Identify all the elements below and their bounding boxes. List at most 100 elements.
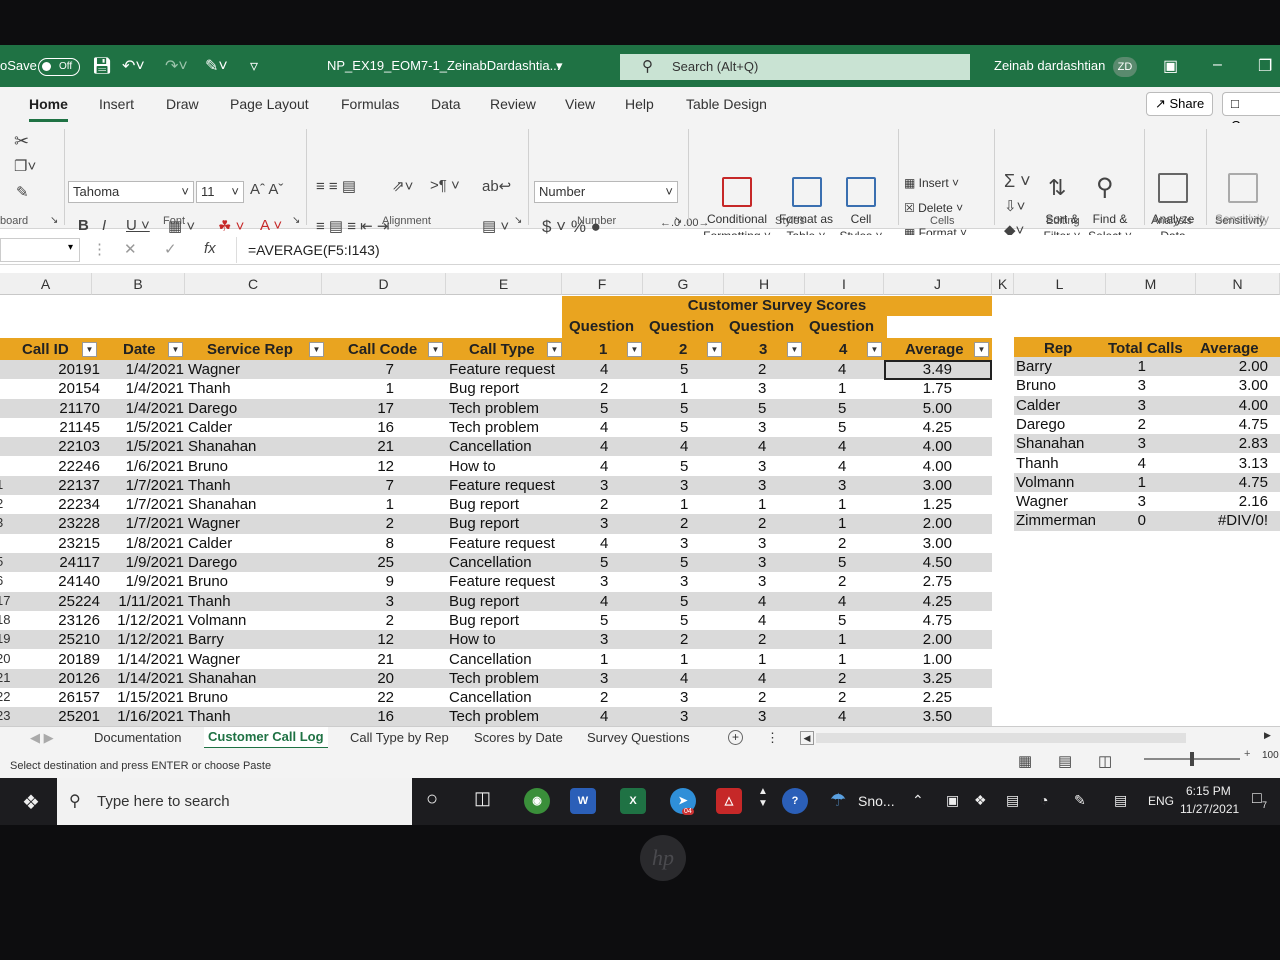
dialog-launcher-icon[interactable]: ↘ [674, 215, 682, 226]
cell-rep[interactable]: Calder [188, 419, 232, 436]
summary-header-rep[interactable]: Rep [1044, 340, 1072, 357]
cell-q4[interactable]: 5 [838, 554, 846, 571]
table-row[interactable]: 17 252241/11/2021Thanh 3 Bug report 4 5 4 4 4.25 [0, 591, 992, 611]
cell-q2[interactable]: 1 [680, 651, 688, 668]
cell-call-type[interactable]: Bug report [449, 612, 519, 629]
cell-rep[interactable]: Calder [188, 535, 232, 552]
search-box[interactable]: ⚲ Search (Alt+Q) [620, 54, 970, 80]
cell-q4[interactable]: 1 [838, 651, 846, 668]
cell-call-type[interactable]: Feature request [449, 535, 555, 552]
cell-call-type[interactable]: Bug report [449, 515, 519, 532]
comments-button[interactable]: □ Comm [1222, 92, 1280, 133]
cell-q1[interactable]: 3 [600, 631, 608, 648]
cell-rep[interactable]: Wagner [188, 361, 240, 378]
cell-call-id[interactable]: 22103 [40, 438, 100, 455]
cell-q1[interactable]: 3 [600, 477, 608, 494]
scroll-left-icon[interactable]: ◀ [800, 731, 814, 745]
summary-row[interactable]: Darego 2 4.75 [1014, 414, 1280, 435]
cell-q1[interactable]: 5 [600, 612, 608, 629]
cell-q3[interactable]: 2 [758, 689, 766, 706]
wifi-icon[interactable]: ◔ [1040, 792, 1048, 808]
cell-q4[interactable]: 1 [838, 380, 846, 397]
cell-call-code[interactable]: 2 [350, 515, 394, 532]
cell-q3[interactable]: 4 [758, 593, 766, 610]
cell-q1[interactable]: 3 [600, 573, 608, 590]
cell-average[interactable]: 1.75 [900, 380, 952, 397]
weather-text[interactable]: Sno... [858, 793, 895, 809]
cell-q1[interactable]: 2 [600, 689, 608, 706]
help-icon[interactable]: ? [782, 788, 808, 814]
cell-rep[interactable]: Thanh [188, 708, 231, 725]
share-button[interactable]: ↗ Share [1146, 92, 1214, 116]
cell-average[interactable]: 4.25 [900, 593, 952, 610]
summary-row[interactable]: Bruno 3 3.00 [1014, 376, 1280, 396]
cell-date[interactable]: 1/7/2021 [104, 515, 184, 532]
dialog-launcher-icon[interactable]: ↘ [292, 215, 300, 226]
sensitivity-icon[interactable] [1228, 173, 1258, 203]
cell-call-id[interactable]: 24117 [40, 554, 100, 571]
tab-formulas[interactable]: Formulas [341, 96, 399, 112]
cell-q4[interactable]: 1 [838, 496, 846, 513]
filter-dropdown-icon[interactable]: ▼ [168, 342, 183, 357]
cell-rep[interactable]: Wagner [188, 651, 240, 668]
filter-dropdown-icon[interactable]: ▼ [627, 342, 642, 357]
table-row[interactable]: 22261571/15/2021Bruno22Cancellation23222… [0, 688, 992, 708]
italic-icon[interactable]: I [102, 217, 106, 234]
cell-date[interactable]: 1/15/2021 [104, 689, 184, 706]
column-header-e[interactable]: E [446, 273, 562, 295]
cell-call-code[interactable]: 8 [350, 535, 394, 552]
cell-q1[interactable]: 5 [600, 554, 608, 571]
horizontal-scrollbar[interactable] [816, 733, 1186, 743]
cell-call-code[interactable]: 22 [350, 689, 394, 706]
cell-call-type[interactable]: Cancellation [449, 438, 532, 455]
table-row[interactable]: 5 241171/9/2021Darego 25 Cancellation 5 5 3 5 4.… [0, 553, 992, 573]
cell-q4[interactable]: 5 [838, 400, 846, 417]
cell-q3[interactable]: 2 [758, 361, 766, 378]
cell-average[interactable]: 2.75 [900, 573, 952, 590]
cell-q3[interactable]: 3 [758, 535, 766, 552]
filter-dropdown-icon[interactable]: ▼ [309, 342, 324, 357]
cell-rep[interactable]: Shanahan [188, 438, 256, 455]
cell-rep[interactable]: Bruno [188, 573, 228, 590]
summary-average[interactable]: 3.00 [1210, 377, 1268, 394]
tray-chevron-icon[interactable]: ⌃ [912, 792, 924, 809]
cell-average[interactable]: 3.50 [900, 708, 952, 725]
summary-rep[interactable]: Darego [1016, 416, 1065, 433]
cell-rep[interactable]: Wagner [188, 515, 240, 532]
cell-rep[interactable]: Barry [188, 631, 224, 648]
table-row[interactable]: 20 201891/14/2021Wagner 21 Cancellation 1 1 1 1… [0, 649, 992, 669]
cell-q2[interactable]: 5 [680, 612, 688, 629]
cell-date[interactable]: 1/11/2021 [104, 593, 184, 610]
table-row[interactable]: 3 232281/7/2021Wagner 2 Bug report 3 2 2 1 2.00 [0, 514, 992, 534]
cell-call-type[interactable]: Cancellation [449, 554, 532, 571]
sheet-tab-survey-questions[interactable]: Survey Questions [587, 730, 690, 745]
cell-q2[interactable]: 1 [680, 380, 688, 397]
cell-call-id[interactable]: 20154 [40, 380, 100, 397]
analyze-data-icon[interactable] [1158, 173, 1188, 203]
cell-rep[interactable]: Darego [188, 400, 237, 417]
table-row[interactable]: 20191 1/4/2021 Wagner 7 Feature request 4 5 2 4 3… [0, 360, 992, 380]
cell-q3[interactable]: 5 [758, 400, 766, 417]
cell-call-id[interactable]: 20191 [40, 361, 100, 378]
autosave-toggle[interactable]: Off [38, 58, 80, 76]
cell-q1[interactable]: 4 [600, 361, 608, 378]
insert-function-icon[interactable]: fx [204, 240, 216, 257]
summary-total[interactable]: 3 [1114, 377, 1146, 394]
cell-q2[interactable]: 2 [680, 515, 688, 532]
cell-call-code[interactable]: 12 [350, 458, 394, 475]
summary-total[interactable]: 2 [1114, 416, 1146, 433]
cell-rep[interactable]: Shanahan [188, 496, 256, 513]
cell-q3[interactable]: 3 [758, 477, 766, 494]
column-header-b[interactable]: B [92, 273, 185, 295]
column-header-i[interactable]: I [805, 273, 884, 295]
selected-cell[interactable] [884, 360, 992, 380]
cell-q1[interactable]: 4 [600, 535, 608, 552]
tab-home[interactable]: Home [29, 96, 68, 122]
redo-icon[interactable]: ↷˅ [165, 56, 188, 76]
tray-app-icon[interactable]: ▣ [946, 792, 959, 809]
table-row[interactable]: 18 231261/12/2021Volmann 2 Bug report 5 5 4 5 4.… [0, 610, 992, 631]
paste-format-icon[interactable]: ✎ [16, 183, 29, 201]
summary-total[interactable]: 3 [1114, 435, 1146, 452]
summary-average[interactable]: 4.00 [1210, 397, 1268, 414]
cell-q2[interactable]: 5 [680, 400, 688, 417]
